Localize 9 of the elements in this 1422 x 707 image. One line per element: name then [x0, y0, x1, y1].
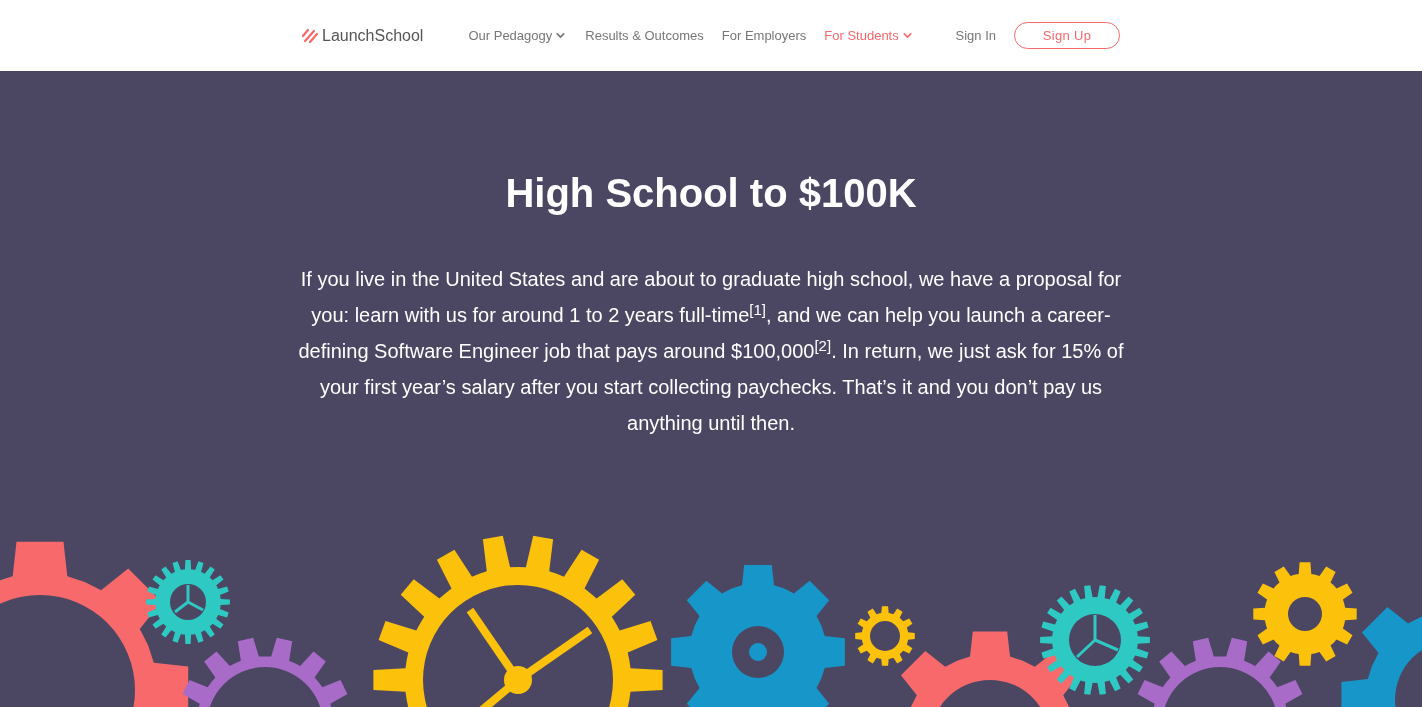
nav-link[interactable]: For Employers — [721, 25, 807, 46]
hero-text: If you live in the United States and are about to graduate high school, we have a proposal for you: learn with us for around 1 to 2 years full-time$^{[1]}$, and we can help you launch a career-defining Software Engineer job that pays around $100,000$^{[2]}$. In return, we just ask for 15% of your first year’s salary after you start collecting paychecks. That’s it and you don’t pay us anything until then. — [297, 267, 1125, 436]
logo-icon — [302, 28, 318, 43]
nav-link[interactable]: Results & Outcomes — [585, 25, 704, 46]
sign-in-link[interactable]: Sign In — [955, 25, 996, 46]
nav-link[interactable]: For Students — [824, 25, 914, 46]
hero-title: High School to $100K — [505, 170, 917, 217]
nav-link[interactable]: Our Pedagogy — [468, 25, 568, 46]
logo[interactable]: LaunchSchool — [322, 23, 424, 48]
